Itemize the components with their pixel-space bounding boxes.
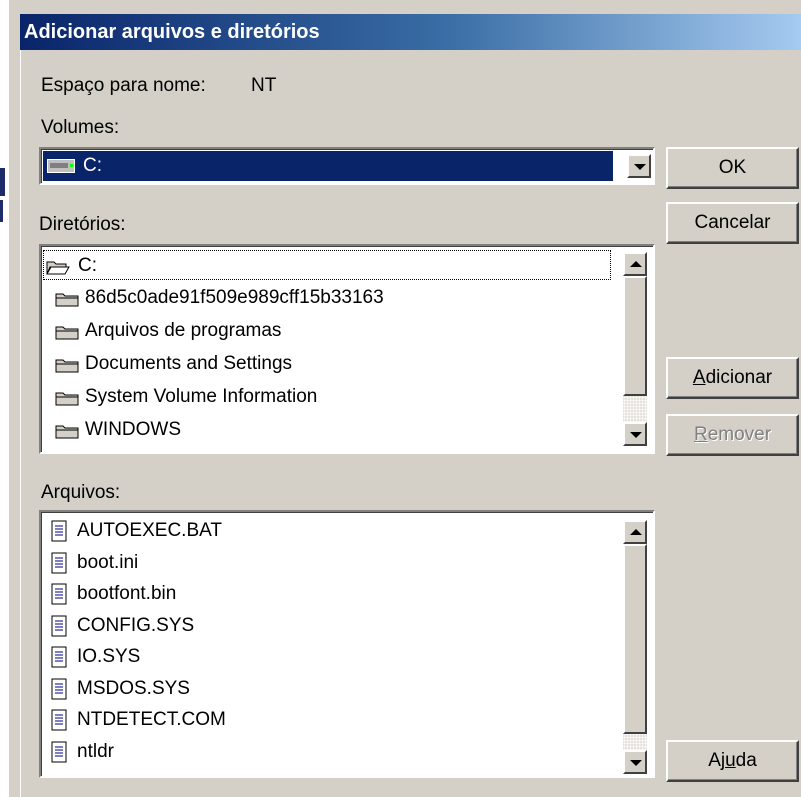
help-button[interactable]: Ajuda [666, 740, 799, 782]
directories-scroll-thumb[interactable] [623, 276, 647, 396]
files-label: Arquivos: [41, 482, 121, 503]
file-item-label: AUTOEXEC.BAT [77, 520, 222, 541]
file-item-label: CONFIG.SYS [77, 614, 195, 636]
file-item-label: MSDOS.SYS [77, 677, 190, 699]
volumes-dropdown[interactable]: C: [39, 147, 655, 185]
cancel-button-label: Cancelar [694, 212, 771, 233]
file-item-label: NTDETECT.COM [77, 709, 226, 730]
directory-item[interactable]: System Volume Information [41, 382, 613, 412]
help-button-label: Ajuda [708, 750, 757, 771]
directories-list[interactable]: C: 86d5c0ade91f509e989cff15b33163 Arquivos… [39, 244, 655, 454]
dialog-title: Adicionar arquivos e diretórios [24, 21, 320, 43]
directory-item-label: C: [78, 255, 97, 276]
file-item-label: IO.SYS [77, 646, 141, 667]
directory-item-label: System Volume Information [85, 386, 318, 407]
file-icon [51, 520, 67, 542]
directory-item-label: Arquivos de programas [85, 320, 282, 341]
add-files-dialog: Espaço para nome: NT Volumes: C: Diretór… [20, 50, 801, 797]
dialog-title-bar[interactable]: Adicionar arquivos e diretórios [20, 14, 801, 50]
file-item[interactable]: MSDOS.SYS [45, 674, 613, 704]
file-icon [51, 741, 67, 762]
remove-accelerator: R [693, 424, 708, 445]
help-label-pre: Aj [708, 750, 726, 771]
file-icon [51, 709, 67, 731]
directory-item[interactable]: Arquivos de programas [41, 316, 613, 346]
arrow-down-icon [630, 432, 642, 438]
chevron-down-icon [634, 164, 646, 170]
files-rows: AUTOEXEC.BAT boot.ini bootfont.bin CONFIG.S… [45, 516, 613, 776]
file-item[interactable]: ntldr [45, 737, 613, 767]
file-item[interactable]: bootfont.bin [45, 579, 613, 609]
remove-button-label: Remover [694, 424, 771, 445]
help-label-rest: da [735, 750, 757, 771]
remove-button[interactable]: Remover [666, 414, 799, 456]
directories-scroll-up[interactable] [623, 252, 647, 276]
file-icon [51, 678, 67, 699]
file-item[interactable]: CONFIG.SYS [45, 611, 613, 641]
background-window-edge [0, 0, 9, 797]
add-label-rest: dicionar [705, 367, 773, 388]
file-icon [51, 552, 67, 573]
folder-icon [55, 293, 79, 307]
volumes-selection-highlight: C: [43, 151, 613, 181]
file-item[interactable]: IO.SYS [45, 642, 613, 672]
file-item[interactable]: AUTOEXEC.BAT [45, 516, 613, 546]
arrow-up-icon [630, 261, 642, 267]
volumes-dropdown-button[interactable] [627, 154, 651, 178]
add-button-label: Adicionar [693, 367, 772, 388]
directory-item-label: 86d5c0ade91f509e989cff15b33163 [85, 287, 384, 308]
files-scroll-thumb[interactable] [623, 544, 647, 734]
help-accelerator: u [725, 750, 736, 771]
namespace-label: Espaço para nome: [41, 75, 206, 96]
file-item[interactable]: boot.ini [45, 548, 613, 578]
directory-item-label: WINDOWS [85, 419, 182, 440]
directories-label: Diretórios: [39, 214, 126, 235]
directory-item[interactable]: 86d5c0ade91f509e989cff15b33163 [41, 283, 613, 313]
ok-button-label: OK [718, 157, 747, 178]
file-item-label: bootfont.bin [77, 583, 177, 604]
background-window-fragment [0, 168, 5, 196]
add-button[interactable]: Adicionar [666, 357, 799, 399]
directory-item[interactable]: WINDOWS [41, 415, 613, 445]
directories-scroll-down[interactable] [623, 422, 647, 446]
files-list[interactable]: AUTOEXEC.BAT boot.ini bootfont.bin CONFIG.S… [39, 510, 655, 778]
volumes-label: Volumes: [41, 117, 120, 138]
file-item-label: ntldr [77, 740, 114, 762]
add-accelerator: A [692, 367, 706, 388]
file-icon [51, 615, 67, 636]
drive-icon [47, 159, 75, 173]
remove-label-rest: emover [707, 424, 772, 445]
file-icon [51, 583, 67, 605]
folder-icon [55, 425, 79, 439]
files-scroll-up[interactable] [623, 520, 647, 544]
arrow-up-icon [630, 529, 642, 535]
arrow-down-icon [630, 760, 642, 766]
directory-item-label: Documents and Settings [85, 353, 293, 374]
file-item-label: boot.ini [77, 551, 139, 573]
background-window-fragment [0, 200, 3, 222]
file-item[interactable]: NTDETECT.COM [45, 705, 613, 735]
directory-root-item[interactable]: C: [43, 250, 611, 280]
folder-icon [55, 326, 79, 340]
file-icon [51, 646, 67, 668]
files-scroll-down[interactable] [623, 750, 647, 774]
open-folder-icon [46, 261, 70, 275]
directory-item[interactable]: Documents and Settings [41, 349, 613, 379]
folder-icon [55, 392, 79, 406]
ok-button[interactable]: OK [666, 147, 799, 189]
namespace-value: NT [251, 75, 277, 96]
volumes-selected-value: C: [83, 155, 102, 176]
folder-icon [55, 359, 79, 373]
cancel-button[interactable]: Cancelar [666, 202, 799, 244]
directories-rows: C: 86d5c0ade91f509e989cff15b33163 Arquivos… [41, 246, 613, 452]
